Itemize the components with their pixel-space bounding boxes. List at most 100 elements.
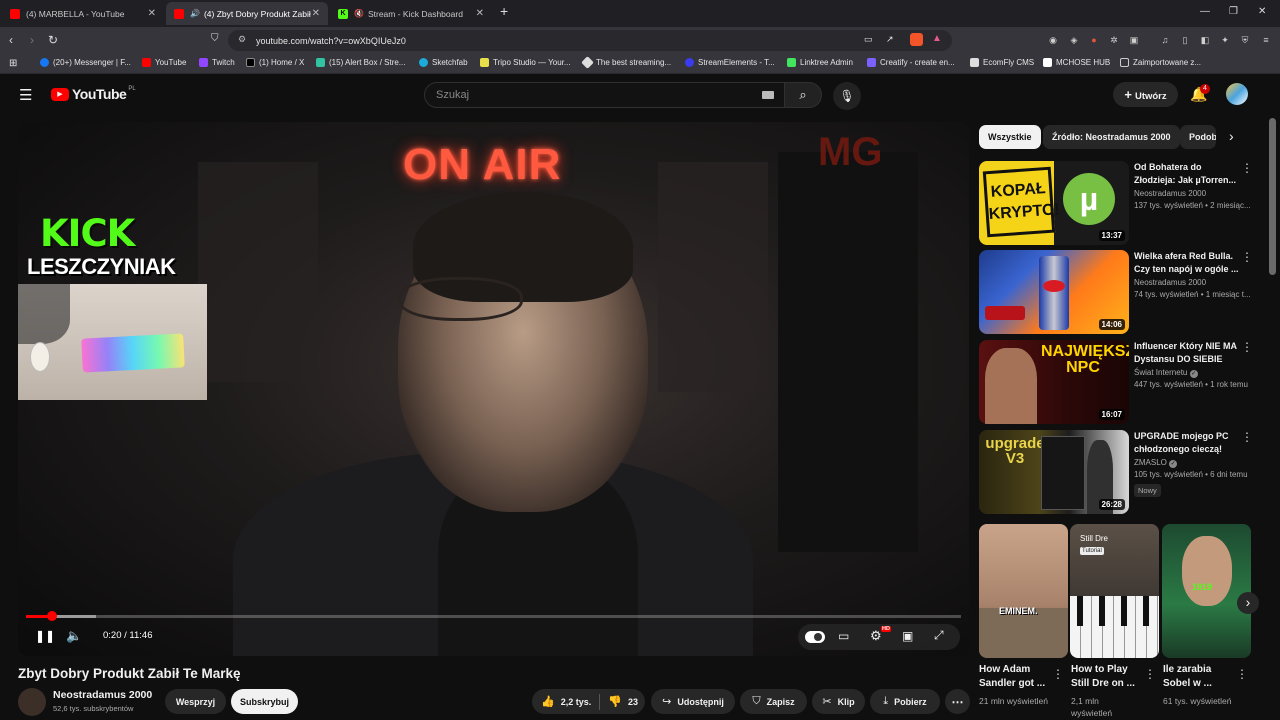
page-scrollbar[interactable] <box>1269 118 1276 275</box>
bookmark-x[interactable]: (1) Home / X <box>246 58 304 67</box>
tab-marbella[interactable]: (4) MARBELLA - YouTube ✕ <box>2 2 164 25</box>
chip-next-arrow-icon[interactable]: › <box>1229 128 1234 144</box>
bookmark-creatify[interactable]: Creatify - create en... <box>867 58 955 67</box>
like-count[interactable]: 2,2 tys. <box>561 697 592 707</box>
bookmark-twitch[interactable]: Twitch <box>199 58 235 67</box>
site-info-icon[interactable]: ⚙ <box>238 34 246 45</box>
support-button[interactable]: Wesprzyj <box>165 689 226 714</box>
apps-grid-icon[interactable]: ⊞ <box>9 58 17 69</box>
url-bar[interactable]: ⚙ youtube.com/watch?v=owXbQIUeJz0 ▭ ↗ ▲ <box>228 30 952 51</box>
bookmark-sketchfab[interactable]: Sketchfab <box>419 58 468 67</box>
pause-icon[interactable]: ❚❚ <box>35 629 55 643</box>
short-title[interactable]: How Adam Sandler got ... <box>979 663 1049 691</box>
channel-avatar[interactable] <box>18 688 46 716</box>
keyboard-icon[interactable] <box>762 91 774 99</box>
recommendation-channel[interactable]: ZMASLO ✓ <box>1134 458 1178 468</box>
more-options-icon[interactable]: ⋮ <box>1241 430 1253 444</box>
video-player[interactable]: MG ON AIR KICK LESZCZYNIAK ❚❚ 🔈 0:20 / 1… <box>18 122 969 656</box>
youtube-logo[interactable]: ▶ YouTube PL <box>51 86 136 102</box>
bookmark-ecomfly[interactable]: EcomFly CMS <box>970 58 1034 67</box>
short-title[interactable]: Ile zarabia Sobel w ... <box>1163 663 1233 691</box>
search-button[interactable]: ⌕ <box>784 82 822 108</box>
extension-record-icon[interactable]: ● <box>1088 34 1100 46</box>
fullscreen-icon[interactable]: ⤢ <box>934 628 944 643</box>
extension-translate-icon[interactable]: ◈ <box>1068 34 1080 46</box>
new-tab-icon[interactable]: + <box>500 3 508 19</box>
subtitles-icon[interactable]: ▭ <box>838 629 849 643</box>
bookmark-streamelements[interactable]: StreamElements - T... <box>685 58 775 67</box>
share-button[interactable]: ↪ Udostępnij <box>651 689 735 714</box>
download-button[interactable]: ⤓ Pobierz <box>870 689 940 714</box>
short-thumbnail[interactable]: EMINEM. <box>979 524 1068 658</box>
more-options-icon[interactable]: ⋮ <box>1241 340 1253 354</box>
scrubber-handle[interactable] <box>47 611 58 621</box>
wallet-icon[interactable]: ◧ <box>1199 34 1211 46</box>
recommendation-channel[interactable]: Neostradamus 2000 <box>1134 189 1206 198</box>
more-options-icon[interactable]: ⋮ <box>1241 161 1253 175</box>
share-page-icon[interactable]: ↗ <box>886 34 894 45</box>
shorts-next-arrow-icon[interactable]: › <box>1237 592 1259 614</box>
recommendation-title[interactable]: Influencer Który NIE MA Dystansu DO SIEB… <box>1134 340 1244 366</box>
hamburger-menu-icon[interactable]: ☰ <box>19 86 32 104</box>
autoplay-toggle[interactable] <box>805 631 825 643</box>
progress-bar[interactable] <box>26 611 961 621</box>
more-options-icon[interactable]: ⋮ <box>1241 250 1253 264</box>
settings-gear-icon[interactable]: ⚙ <box>870 628 882 644</box>
volume-icon[interactable]: 🔈 <box>66 628 82 644</box>
recommendation-card[interactable]: upgrade V3 26:28 UPGRADE mojego PC chłod… <box>979 430 1269 514</box>
create-button[interactable]: + Utwórz <box>1113 82 1178 107</box>
thumbs-down-icon[interactable]: 👎 <box>608 695 622 708</box>
brave-shield-icon[interactable] <box>910 33 923 46</box>
chip-source-channel[interactable]: Źródło: Neostradamus 2000 <box>1043 125 1180 149</box>
save-button[interactable]: ⛉ Zapisz <box>740 689 807 714</box>
minimize-icon[interactable]: — <box>1200 6 1210 17</box>
maximize-icon[interactable]: ❐ <box>1229 6 1238 17</box>
leo-ai-icon[interactable]: ✦ <box>1219 34 1231 46</box>
recommendation-channel[interactable]: Neostradamus 2000 <box>1134 278 1206 287</box>
more-options-icon[interactable]: ⋮ <box>1144 667 1156 681</box>
short-thumbnail[interactable]: 1919 <box>1162 524 1251 658</box>
video-thumbnail[interactable]: NAJWIĘKSZY NPC 16:07 <box>979 340 1129 424</box>
recommendation-card[interactable]: NAJWIĘKSZY NPC 16:07 Influencer Który NI… <box>979 340 1269 424</box>
thumbs-up-icon[interactable]: 👍 <box>541 695 555 708</box>
recommendation-channel[interactable]: Świat Internetu ✓ <box>1134 368 1198 378</box>
recommendation-title[interactable]: Od Bohatera do Złodzieja: Jak µTorren... <box>1134 161 1244 187</box>
more-actions-button[interactable]: ⋯ <box>945 689 970 714</box>
close-tab-icon[interactable]: ✕ <box>148 8 156 19</box>
bookmark-streaming[interactable]: The best streaming... <box>581 56 671 69</box>
back-icon[interactable]: ‹ <box>9 33 13 47</box>
subscribe-button[interactable]: Subskrybuj <box>231 689 298 714</box>
tab-kick-dashboard[interactable]: K 🔇 Stream - Kick Dashboard ✕ <box>330 2 492 25</box>
forward-icon[interactable]: › <box>30 33 34 47</box>
menu-icon[interactable]: ≡ <box>1260 34 1272 46</box>
extension-gamepad-icon[interactable]: ◉ <box>1047 34 1059 46</box>
close-window-icon[interactable]: ✕ <box>1258 6 1266 17</box>
chip-all[interactable]: Wszystkie <box>979 125 1041 149</box>
search-input[interactable]: Szukaj <box>424 82 785 108</box>
extension-box-icon[interactable]: ▣ <box>1128 34 1140 46</box>
sidebar-toggle-icon[interactable]: ▯ <box>1179 34 1191 46</box>
extensions-icon[interactable]: ✲ <box>1108 34 1120 46</box>
miniplayer-icon[interactable]: ▣ <box>902 629 913 643</box>
more-options-icon[interactable]: ⋮ <box>1236 667 1248 681</box>
short-title[interactable]: How to Play Still Dre on ... <box>1071 663 1141 691</box>
clip-button[interactable]: ✂ Klip <box>812 689 865 714</box>
bookmark-icon[interactable]: ⛉ <box>211 33 219 44</box>
voice-search-button[interactable]: 🎙 <box>833 82 861 110</box>
bookmark-messenger[interactable]: (20+) Messenger | F... <box>40 58 131 67</box>
cast-icon[interactable]: ▭ <box>864 34 873 45</box>
close-tab-icon[interactable]: ✕ <box>476 8 484 19</box>
short-thumbnail[interactable]: Still Dre Tutorial <box>1070 524 1159 658</box>
bookmark-mchose[interactable]: MCHOSE HUB <box>1043 58 1110 67</box>
chip-similar[interactable]: Podob <box>1180 125 1216 149</box>
video-thumbnail[interactable]: upgrade V3 26:28 <box>979 430 1129 514</box>
bookmark-alertbox[interactable]: (15) Alert Box / Stre... <box>316 58 405 67</box>
bookmark-linktree[interactable]: Linktree Admin <box>787 58 853 67</box>
speaker-icon[interactable]: 🔊 <box>190 9 200 18</box>
bookmark-folder-imported[interactable]: Zaimportowane z... <box>1120 58 1201 67</box>
close-tab-icon[interactable]: ✕ <box>312 8 320 19</box>
channel-name[interactable]: Neostradamus 2000 <box>53 689 152 701</box>
vpn-icon[interactable]: ⛨ <box>1239 34 1251 46</box>
recommendation-card[interactable]: 14:06 Wielka afera Red Bulla. Czy ten na… <box>979 250 1269 334</box>
more-options-icon[interactable]: ⋮ <box>1052 667 1064 681</box>
